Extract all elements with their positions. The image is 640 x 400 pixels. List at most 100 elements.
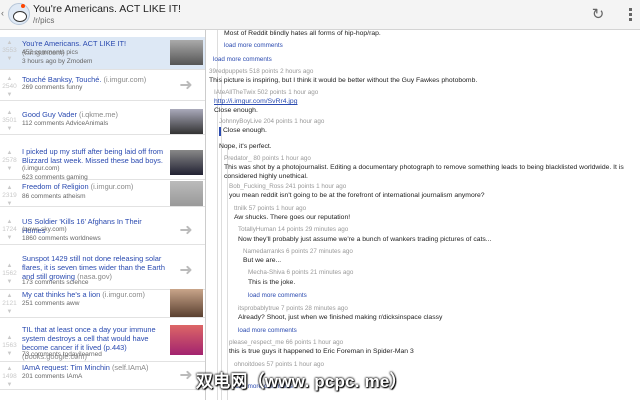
comment-body: Aw shucks. There goes our reputation! <box>234 214 351 221</box>
post-comments-sub: 623 comments gaming <box>22 173 88 181</box>
post-title-text: Touché Banksy, Touché. <box>22 75 102 84</box>
comment-author[interactable]: itsprobablytrue 7 points 28 minutes ago <box>238 305 348 314</box>
score: 3553 <box>2 47 17 54</box>
watermark: 双电网（www. pcpc. me） <box>196 372 407 391</box>
post-title[interactable]: Sunspot 1429 still not done releasing so… <box>22 254 167 281</box>
refresh-icon[interactable]: ↻ <box>588 5 608 25</box>
score: 1562 <box>2 270 17 277</box>
score: 1724 <box>2 226 17 233</box>
comment-author[interactable]: Mecha-Shiva 6 points 21 minutes ago <box>248 269 353 278</box>
load-more-link[interactable]: load more comments <box>238 327 297 334</box>
post-title[interactable]: Freedom of Religion (i.imgur.com) <box>22 182 167 191</box>
comment-author[interactable]: 39redpuppets 518 points 2 hours ago <box>209 68 313 77</box>
score: 2319 <box>2 192 17 199</box>
post-thumbnail[interactable] <box>170 150 203 175</box>
post-thumbnail[interactable] <box>170 289 203 317</box>
post-meta: 201 comments IAmA <box>22 373 83 380</box>
post-comments-sub: 452 comments pics <box>22 49 78 56</box>
post-item[interactable]: ▲ 3501 ▼ Good Guy Vader (i.qkme.me) 112 co… <box>0 107 205 135</box>
score: 2540 <box>2 83 17 90</box>
reddit-logo[interactable] <box>8 3 30 25</box>
overflow-menu-icon[interactable] <box>626 6 634 24</box>
vote-control[interactable]: ▲ 3553 ▼ <box>0 39 19 63</box>
post-meta: 452 comments pics 3 hours ago by Zmodem <box>22 49 167 66</box>
comment-link[interactable]: http://i.imgur.com/SvRr4.jpg <box>214 98 297 107</box>
score: 2578 <box>2 157 17 164</box>
vote-control[interactable]: ▲ 1563 ▼ <box>0 334 19 358</box>
vote-control[interactable]: ▲ 1498 ▼ <box>0 365 19 389</box>
open-arrow-icon[interactable]: ➜ <box>178 263 194 279</box>
load-more-link[interactable]: load more comments <box>248 292 307 299</box>
comment-author[interactable]: ttnilk 57 points 1 hour ago <box>234 205 306 214</box>
post-meta: (news.sky.com) 1860 comments worldnews <box>22 226 167 243</box>
post-item[interactable]: ▲ 3553 ▼ You're Americans. ACT LIKE IT! (i… <box>0 37 205 70</box>
post-item[interactable]: ▲ 1562 ▼ Sunspot 1429 still not done relea… <box>0 250 205 290</box>
comment-body: This is the joke. <box>248 279 296 286</box>
post-thumbnail[interactable] <box>170 40 203 65</box>
vote-control[interactable]: ▲ 2540 ▼ <box>0 75 19 99</box>
post-item[interactable]: ▲ 2540 ▼ Touché Banksy, Touché. (i.imgur.c… <box>0 71 205 101</box>
post-time-author: 3 hours ago by Zmodem <box>22 57 93 65</box>
open-arrow-icon[interactable]: ➜ <box>178 368 194 384</box>
score: 1498 <box>2 373 17 380</box>
open-arrow-icon[interactable]: ➜ <box>178 78 194 94</box>
comment-body: But we are... <box>243 257 282 264</box>
post-domain: (i.imgur.com) <box>103 75 147 84</box>
comment-author[interactable]: Namedarranks 6 points 27 minutes ago <box>243 248 353 257</box>
comment-author[interactable]: JohnnyBoyLive 204 points 1 hour ago <box>219 118 324 127</box>
post-item[interactable]: ▲ 1563 ▼ TIL that at least once a day your… <box>0 324 205 362</box>
post-meta: 173 comments science <box>22 279 89 286</box>
post-list: ▲ 3553 ▼ You're Americans. ACT LIKE IT! (i… <box>0 30 206 400</box>
load-more-link[interactable]: load more comments <box>213 56 272 63</box>
post-title[interactable]: Touché Banksy, Touché. (i.imgur.com) <box>22 75 167 84</box>
post-item[interactable]: ▲ 2578 ▼ I picked up my stuff after being … <box>0 144 205 182</box>
post-meta: 86 comments atheism <box>22 193 86 200</box>
comment-author[interactable]: Bob_Fucking_Ross 241 points 1 hour ago <box>229 183 346 192</box>
open-arrow-icon[interactable]: ➜ <box>178 223 194 239</box>
page-title: You're Americans. ACT LIKE IT! <box>33 3 181 15</box>
comment-thread: Most of Reddit blindly hates all forms o… <box>207 30 640 400</box>
post-domain: (i.qkme.me) <box>78 110 118 119</box>
post-title-text: You're Americans. ACT LIKE IT! <box>22 39 127 48</box>
post-meta: (i.imgur.com) 623 comments gaming <box>22 165 167 182</box>
comment-author[interactable]: Predator_ 80 points 1 hour ago <box>224 155 311 164</box>
comment-body: Most of Reddit blindly hates all forms o… <box>224 30 381 37</box>
vote-control[interactable]: ▲ 2578 ▼ <box>0 149 19 173</box>
vote-control[interactable]: ▲ 2121 ▼ <box>0 292 19 316</box>
post-title-text: Good Guy Vader <box>22 110 77 119</box>
comment-body: Nope, it's perfect. <box>219 143 272 150</box>
post-title-text: I picked up my stuff after being laid of… <box>22 147 164 165</box>
comment-body: this is true guys it happened to Eric Fo… <box>229 348 414 355</box>
post-thumbnail[interactable] <box>170 109 203 134</box>
post-comments-sub: 1860 comments worldnews <box>22 234 101 242</box>
post-item[interactable]: ▲ 2121 ▼ My cat thinks he's a lion (i.imgu… <box>0 288 205 318</box>
comment-author[interactable]: please_respect_me 66 points 1 hour ago <box>229 339 343 348</box>
vote-control[interactable]: ▲ 3501 ▼ <box>0 109 19 133</box>
post-thumbnail[interactable] <box>170 325 203 355</box>
score: 2121 <box>2 300 17 307</box>
comment-author[interactable]: IAteAllTheTwix 502 points 1 hour ago <box>214 89 318 98</box>
comment-body: This was shot by a photojournalist. Edit… <box>224 164 624 180</box>
comment-body: Close enough. <box>214 107 258 114</box>
post-title[interactable]: IAmA request: Tim Minchin (self.IAmA) <box>22 363 167 372</box>
post-meta: 73 comments todayilearned <box>22 351 102 358</box>
back-icon[interactable]: ‹ <box>1 8 4 18</box>
post-title[interactable]: I picked up my stuff after being laid of… <box>22 147 167 165</box>
load-more-link[interactable]: load more comments <box>224 42 283 49</box>
subreddit-label: /r/pics <box>33 16 55 25</box>
post-title[interactable]: My cat thinks he's a lion (i.imgur.com) <box>22 290 167 299</box>
post-title[interactable]: Good Guy Vader (i.qkme.me) <box>22 110 167 119</box>
post-meta: 269 comments funny <box>22 84 83 91</box>
comment-body: you mean reddit isn't going to be at the… <box>229 192 485 199</box>
post-item[interactable]: ▲ 2319 ▼ Freedom of Religion (i.imgur.com)… <box>0 181 205 208</box>
vote-control[interactable]: ▲ 1562 ▼ <box>0 262 19 286</box>
post-domain: (i.imgur.com) <box>90 182 134 191</box>
vote-control[interactable]: ▲ 1724 ▼ <box>0 218 19 242</box>
post-domain: (i.imgur.com) <box>22 165 60 172</box>
post-item[interactable]: ▲ 1498 ▼ IAmA request: Tim Minchin (self.I… <box>0 362 205 390</box>
comment-author[interactable]: TotallyHuman 14 points 29 minutes ago <box>238 226 348 235</box>
post-item[interactable]: ▲ 1724 ▼ US Soldier 'Kills 16' Afghans In … <box>0 213 205 245</box>
app-header: ‹ You're Americans. ACT LIKE IT! /r/pics… <box>0 0 640 30</box>
vote-control[interactable]: ▲ 2319 ▼ <box>0 184 19 208</box>
post-thumbnail[interactable] <box>170 181 203 206</box>
